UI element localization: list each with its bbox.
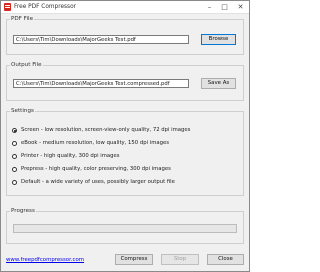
close-button[interactable]: Close [207, 254, 244, 265]
radio-indicator[interactable] [12, 140, 17, 146]
pdf-file-label: PDF File [10, 16, 35, 22]
progress-group: Progress [6, 208, 244, 244]
radio-indicator[interactable] [12, 153, 17, 159]
radio-prepress[interactable]: Prepress - high quality, color preservin… [12, 166, 171, 172]
output-file-label: Output File [10, 62, 43, 68]
output-file-path-input[interactable]: C:\Users\Tim\Downloads\MajorGeeks Test.c… [13, 79, 189, 88]
radio-label: Default - a wide variety of uses, possib… [21, 179, 175, 185]
pdf-file-path-input[interactable]: C:\Users\Tim\Downloads\MajorGeeks Test.p… [13, 35, 189, 44]
radio-ebook[interactable]: eBook - medium resolution, low quality, … [12, 140, 169, 146]
settings-label: Settings [10, 108, 35, 114]
pdf-file-group: PDF File C:\Users\Tim\Downloads\MajorGee… [6, 16, 244, 55]
settings-group: Settings Screen - low resolution, screen… [6, 108, 244, 196]
stop-button[interactable]: Stop [161, 254, 199, 265]
close-icon[interactable]: ✕ [232, 1, 249, 13]
compress-button[interactable]: Compress [115, 254, 153, 265]
radio-label: Printer - high quality, 300 dpi images [21, 153, 120, 159]
radio-screen[interactable]: Screen - low resolution, screen-view-onl… [12, 127, 190, 133]
output-file-group: Output File C:\Users\Tim\Downloads\Major… [6, 62, 244, 101]
progress-label: Progress [10, 208, 36, 214]
maximize-icon[interactable]: □ [217, 1, 232, 13]
pdf-app-icon [4, 3, 11, 11]
save-as-button[interactable]: Save As [201, 78, 236, 89]
browse-button[interactable]: Browse [201, 34, 236, 45]
radio-default[interactable]: Default - a wide variety of uses, possib… [12, 179, 175, 185]
website-link[interactable]: www.freepdfcompressor.com [6, 257, 84, 263]
radio-label: Prepress - high quality, color preservin… [21, 166, 171, 172]
radio-printer[interactable]: Printer - high quality, 300 dpi images [12, 153, 120, 159]
app-window: Free PDF Compressor – □ ✕ PDF File C:\Us… [0, 0, 250, 272]
radio-indicator[interactable] [12, 166, 17, 172]
title-bar: Free PDF Compressor – □ ✕ [1, 1, 249, 14]
radio-indicator[interactable] [12, 127, 17, 133]
window-title: Free PDF Compressor [14, 4, 76, 10]
radio-label: Screen - low resolution, screen-view-onl… [21, 127, 191, 133]
progress-bar [13, 224, 237, 233]
minimize-icon[interactable]: – [202, 1, 217, 13]
radio-label: eBook - medium resolution, low quality, … [21, 140, 169, 146]
window-controls: – □ ✕ [202, 1, 249, 13]
radio-indicator[interactable] [12, 179, 17, 185]
